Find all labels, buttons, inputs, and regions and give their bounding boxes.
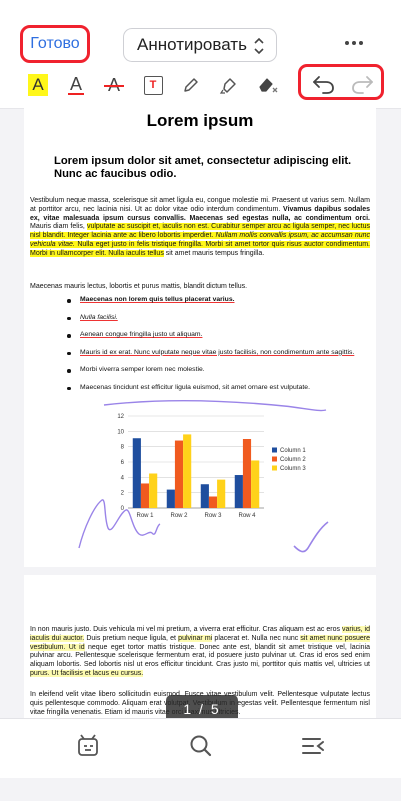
y-tick-label: 8 [121, 445, 125, 451]
underline-tool[interactable]: A [62, 70, 90, 100]
page2-paragraph-1: In non mauris justo. Duis vehicula mi ve… [30, 626, 370, 679]
underline-icon: A [67, 74, 84, 95]
chart-bar [234, 475, 243, 508]
chart-bar [200, 484, 209, 508]
highlighted-text: pulvinar mi [178, 634, 213, 642]
more-options-button[interactable] [345, 36, 367, 50]
chart-bar [174, 440, 184, 508]
legend-entry: Column 1 [280, 448, 306, 454]
eraser-tool[interactable] [254, 70, 282, 100]
system-bar [0, 778, 401, 801]
highlight-tool[interactable]: A [24, 70, 52, 100]
chart-bar [242, 439, 252, 508]
textbox-icon: T [143, 75, 163, 95]
chart-bar [132, 438, 141, 508]
pencil-icon [184, 78, 198, 92]
y-tick-label: 0 [121, 506, 125, 512]
dot [352, 41, 356, 45]
strikethrough-tool[interactable]: A [100, 70, 128, 100]
chevron-updown-icon [254, 37, 264, 55]
y-tick-label: 10 [117, 429, 124, 435]
dot [359, 41, 363, 45]
chart-bar [183, 434, 192, 508]
legend-entry: Column 3 [280, 466, 306, 472]
outline-icon[interactable] [298, 731, 328, 761]
text-run: placerat et. Nulla nec nunc [212, 634, 301, 642]
search-icon[interactable] [186, 731, 216, 761]
top-bar: Готово Аннотировать [0, 0, 401, 64]
chart-bar [166, 489, 175, 508]
y-tick-label: 4 [121, 475, 125, 481]
highlight-icon: A [28, 74, 48, 96]
x-tick-label: Row 1 [136, 513, 154, 518]
x-tick-label: Row 3 [204, 513, 222, 518]
annotation-toolbar: A A A T [0, 64, 401, 109]
text-run: In non mauris justo. Duis vehicula mi ve… [30, 626, 342, 633]
legend-swatch [272, 447, 277, 453]
bar-chart: 0 2 4 6 8 10 12 Row 1 Row 2 Row 3 Row 4 Column 1 Col… [117, 414, 306, 518]
chart-bar [217, 479, 226, 508]
chart-bar [251, 460, 260, 508]
pencil-tool[interactable] [177, 70, 205, 100]
mode-dropdown[interactable]: Аннотировать [123, 28, 277, 62]
marker-icon [219, 78, 236, 94]
y-tick-label: 2 [121, 491, 125, 497]
mode-label: Аннотировать [137, 35, 247, 54]
chart-bar [208, 496, 218, 508]
legend-swatch [272, 456, 277, 462]
undo-redo-group [298, 64, 384, 100]
bottom-navigation [0, 718, 401, 779]
x-tick-label: Row 4 [238, 513, 256, 518]
y-tick-label: 12 [117, 414, 124, 420]
highlighted-text: purus. Ut facilisis et lacus eu cursus. [30, 669, 144, 677]
done-button[interactable]: Готово [20, 25, 90, 63]
document-page-1: Lorem ipsum Lorem ipsum dolor sit amet, … [24, 108, 376, 567]
text-run: Duis pretium neque ligula, et [84, 634, 179, 642]
document-viewport[interactable]: Lorem ipsum Lorem ipsum dolor sit amet, … [0, 108, 401, 718]
x-tick-label: Row 2 [170, 513, 188, 518]
redo-icon[interactable] [349, 71, 377, 97]
freehand-stroke [293, 521, 329, 553]
legend-swatch [272, 465, 277, 471]
eraser-icon [259, 78, 278, 93]
chart-bar [149, 473, 158, 508]
page-indicator: 1 / 5 [166, 695, 238, 718]
strikethrough-icon: A [103, 76, 124, 94]
textbox-tool[interactable]: T [139, 70, 167, 100]
thumbnails-icon[interactable] [73, 731, 103, 761]
marker-tool[interactable] [215, 70, 243, 100]
annotation-screen: Готово Аннотировать A A A T [0, 0, 401, 801]
chart-bar [140, 483, 150, 508]
dot [345, 41, 349, 45]
undo-icon[interactable] [309, 71, 337, 97]
legend-entry: Column 2 [280, 457, 306, 463]
y-tick-label: 6 [121, 460, 125, 466]
